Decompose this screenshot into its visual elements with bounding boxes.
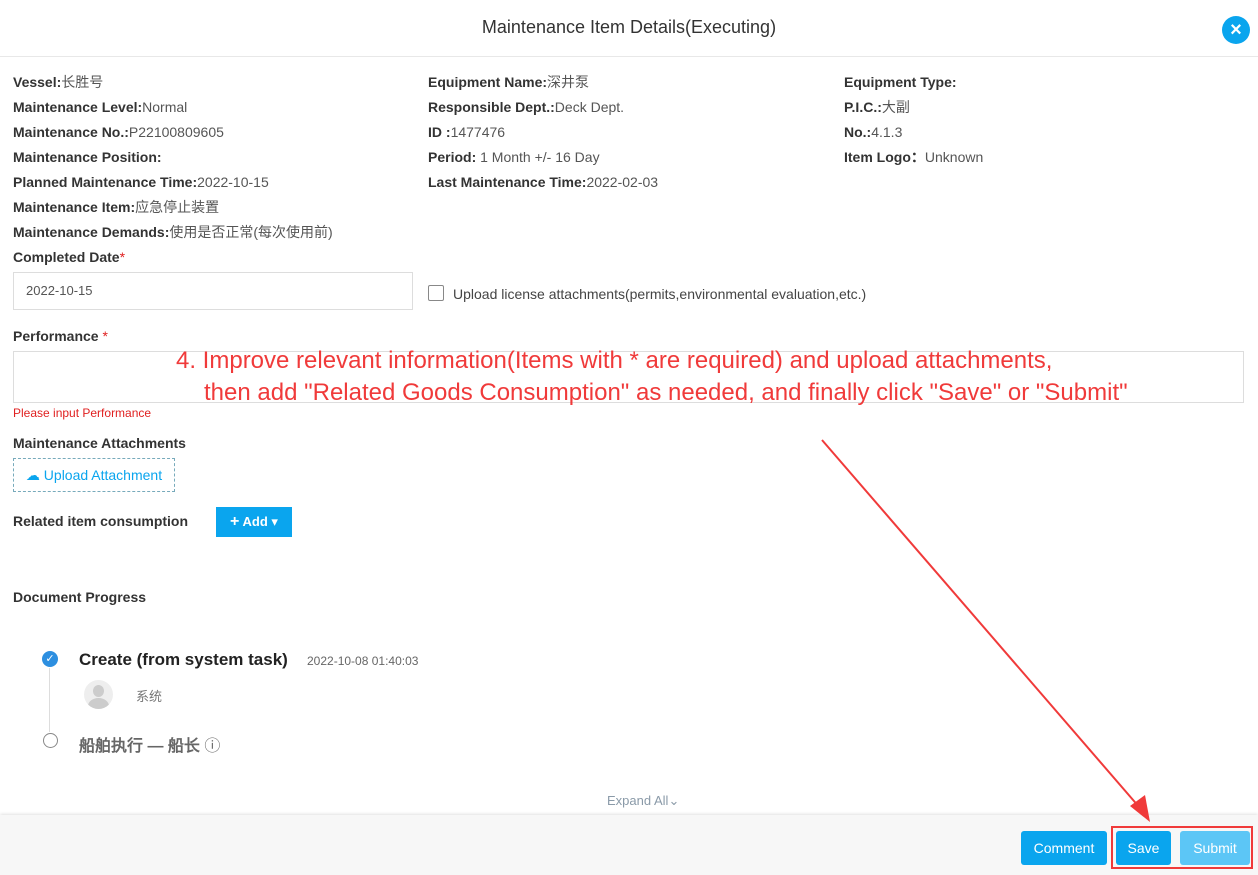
annotation-arrow bbox=[821, 439, 1150, 822]
